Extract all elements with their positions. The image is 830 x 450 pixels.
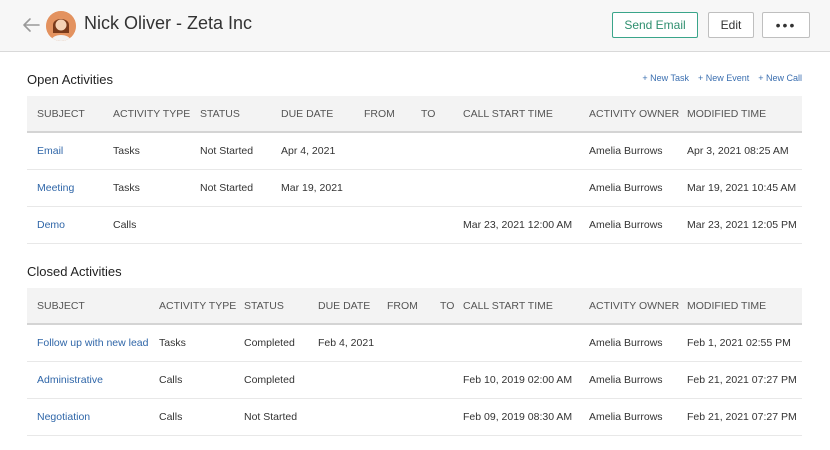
column-modified-time[interactable]: MODIFIED TIME [687,300,766,312]
open-activities-title: Open Activities [27,72,113,87]
column-subject[interactable]: SUBJECT [37,300,85,312]
subject-link[interactable]: Meeting [37,182,74,194]
modified-time: Feb 21, 2021 07:27 PM [687,411,797,423]
activity-owner: Amelia Burrows [589,182,663,194]
column-call-start-time[interactable]: CALL START TIME [463,108,553,120]
new-call-link[interactable]: + New Call [758,73,802,83]
status: Not Started [244,411,298,423]
closed-activities-table: SUBJECT ACTIVITY TYPE STATUS DUE DATE FR… [27,288,802,436]
modified-time: Apr 3, 2021 08:25 AM [687,145,789,157]
table-row[interactable]: Demo Calls Mar 23, 2021 12:00 AM Amelia … [27,207,802,244]
new-task-link[interactable]: + New Task [642,73,689,83]
closed-activities-title: Closed Activities [27,264,122,279]
person-avatar-icon [46,11,76,41]
status: Not Started [200,182,254,194]
modified-time: Feb 21, 2021 07:27 PM [687,374,797,386]
table-row[interactable]: Administrative Calls Completed Feb 10, 2… [27,362,802,399]
modified-time: Feb 1, 2021 02:55 PM [687,337,791,349]
column-status[interactable]: STATUS [244,300,284,312]
due-date: Apr 4, 2021 [281,145,336,157]
table-row[interactable]: Negotiation Calls Not Started Feb 09, 20… [27,399,802,436]
table-row[interactable]: Follow up with new lead Tasks Completed … [27,325,802,362]
open-activities-table: SUBJECT ACTIVITY TYPE STATUS DUE DATE FR… [27,96,802,244]
column-from[interactable]: FROM [364,108,395,120]
more-options-button[interactable]: ••• [762,12,810,38]
activity-type: Calls [159,411,183,423]
subject-link[interactable]: Negotiation [37,411,90,423]
table-header: SUBJECT ACTIVITY TYPE STATUS DUE DATE FR… [27,288,802,325]
activity-owner: Amelia Burrows [589,145,663,157]
status: Not Started [200,145,254,157]
edit-button[interactable]: Edit [708,12,754,38]
activity-type: Tasks [159,337,186,349]
activity-owner: Amelia Burrows [589,219,663,231]
column-due-date[interactable]: DUE DATE [318,300,370,312]
send-email-button[interactable]: Send Email [612,12,698,38]
subject-link[interactable]: Follow up with new lead [37,337,148,349]
status: Completed [244,374,295,386]
activity-type: Calls [159,374,183,386]
modified-time: Mar 23, 2021 12:05 PM [687,219,797,231]
new-event-link[interactable]: + New Event [698,73,749,83]
table-row[interactable]: Meeting Tasks Not Started Mar 19, 2021 A… [27,170,802,207]
activity-owner: Amelia Burrows [589,337,663,349]
back-arrow-icon[interactable] [20,14,42,36]
column-modified-time[interactable]: MODIFIED TIME [687,108,766,120]
table-header: SUBJECT ACTIVITY TYPE STATUS DUE DATE FR… [27,96,802,133]
column-call-start-time[interactable]: CALL START TIME [463,300,553,312]
activity-type: Calls [113,219,137,231]
column-status[interactable]: STATUS [200,108,240,120]
status: Completed [244,337,295,349]
new-activity-links: + New Task + New Event + New Call [642,73,802,83]
record-header: Nick Oliver - Zeta Inc Send Email Edit •… [0,0,830,52]
subject-link[interactable]: Administrative [37,374,103,386]
due-date: Feb 4, 2021 [318,337,375,349]
due-date: Mar 19, 2021 [281,182,343,194]
subject-link[interactable]: Email [37,145,63,157]
call-start-time: Feb 09, 2019 08:30 AM [463,411,573,423]
activity-type: Tasks [113,145,140,157]
column-activity-type[interactable]: ACTIVITY TYPE [113,108,190,120]
call-start-time: Mar 23, 2021 12:00 AM [463,219,573,231]
modified-time: Mar 19, 2021 10:45 AM [687,182,797,194]
column-due-date[interactable]: DUE DATE [281,108,333,120]
column-from[interactable]: FROM [387,300,418,312]
avatar [46,11,76,41]
page-title: Nick Oliver - Zeta Inc [84,13,253,33]
column-activity-type[interactable]: ACTIVITY TYPE [159,300,236,312]
column-to[interactable]: TO [421,108,435,120]
column-subject[interactable]: SUBJECT [37,108,85,120]
column-to[interactable]: TO [440,300,454,312]
table-row[interactable]: Email Tasks Not Started Apr 4, 2021 Amel… [27,133,802,170]
call-start-time: Feb 10, 2019 02:00 AM [463,374,573,386]
subject-link[interactable]: Demo [37,219,65,231]
column-activity-owner[interactable]: ACTIVITY OWNER [589,108,679,120]
column-activity-owner[interactable]: ACTIVITY OWNER [589,300,679,312]
activity-owner: Amelia Burrows [589,411,663,423]
activity-type: Tasks [113,182,140,194]
activity-owner: Amelia Burrows [589,374,663,386]
